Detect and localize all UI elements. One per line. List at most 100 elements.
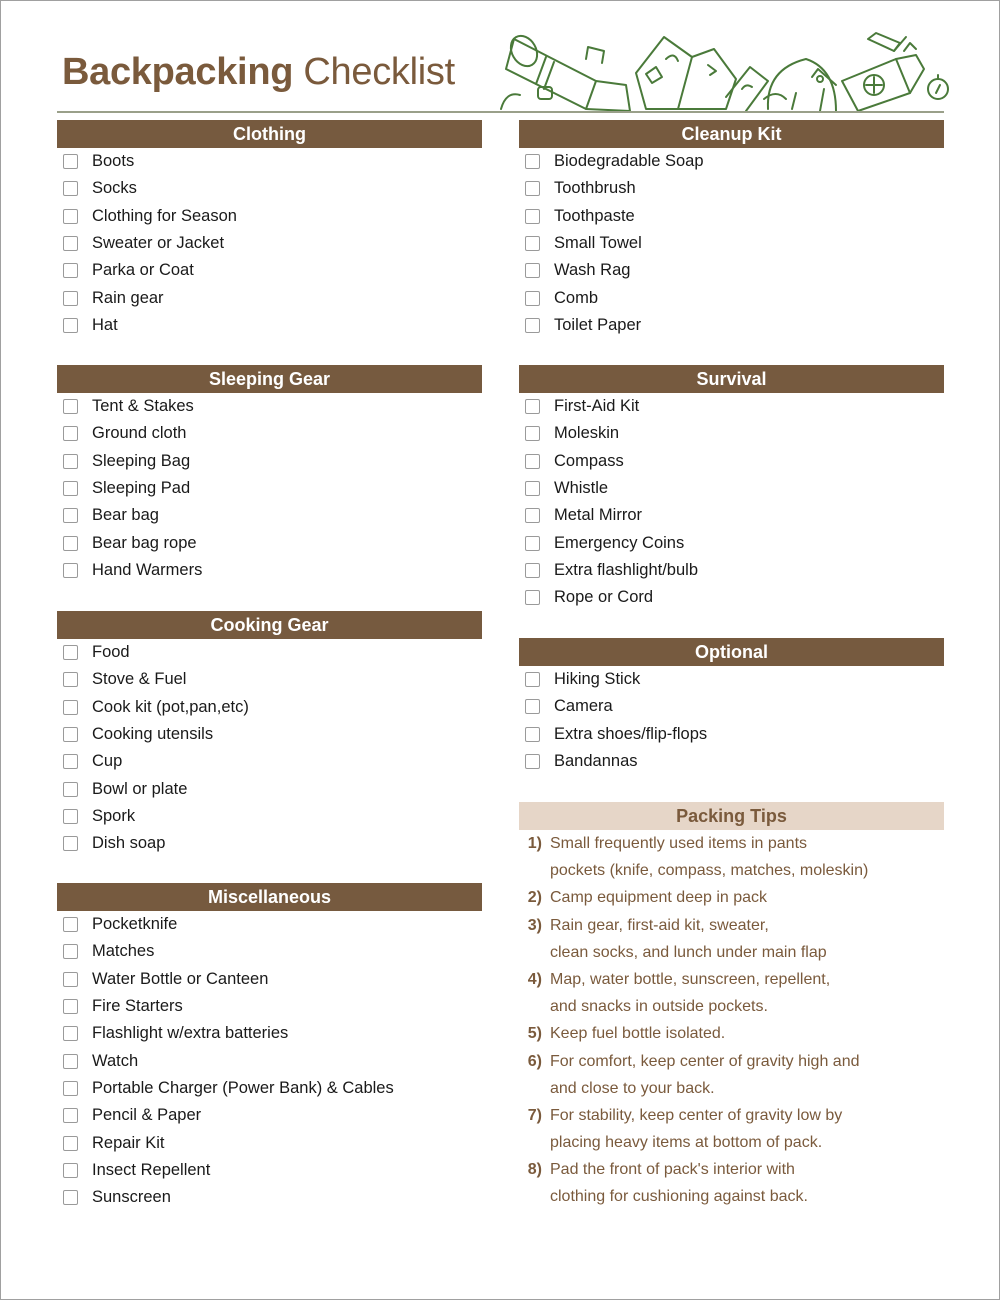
checkbox[interactable]: [63, 562, 78, 578]
checklist-item[interactable]: Dish soap: [57, 830, 482, 857]
checkbox[interactable]: [63, 1162, 78, 1178]
checkbox[interactable]: [525, 290, 540, 306]
checklist-item[interactable]: Rope or Cord: [519, 584, 944, 611]
checkbox[interactable]: [525, 672, 540, 688]
checklist-item[interactable]: Emergency Coins: [519, 529, 944, 556]
checklist-item[interactable]: Repair Kit: [57, 1129, 482, 1156]
checklist-item[interactable]: Fire Starters: [57, 993, 482, 1020]
checklist-item[interactable]: Bear bag: [57, 502, 482, 529]
checklist-item[interactable]: Hiking Stick: [519, 666, 944, 693]
checkbox[interactable]: [525, 263, 540, 279]
checklist-item[interactable]: Cooking utensils: [57, 721, 482, 748]
checkbox[interactable]: [63, 944, 78, 960]
checkbox[interactable]: [525, 426, 540, 442]
checkbox[interactable]: [525, 508, 540, 524]
checklist-item[interactable]: Stove & Fuel: [57, 666, 482, 693]
checkbox[interactable]: [63, 1080, 78, 1096]
checklist-item[interactable]: Whistle: [519, 475, 944, 502]
checkbox[interactable]: [525, 699, 540, 715]
checkbox[interactable]: [525, 399, 540, 415]
checklist-item[interactable]: Toilet Paper: [519, 312, 944, 339]
checkbox[interactable]: [63, 917, 78, 933]
checklist-item[interactable]: Wash Rag: [519, 257, 944, 284]
checklist-item[interactable]: Comb: [519, 284, 944, 311]
checklist-item[interactable]: Cup: [57, 748, 482, 775]
checkbox[interactable]: [63, 781, 78, 797]
checkbox[interactable]: [525, 154, 540, 170]
checklist-item[interactable]: Boots: [57, 148, 482, 175]
checkbox[interactable]: [525, 481, 540, 497]
checkbox[interactable]: [63, 645, 78, 661]
checklist-item[interactable]: Flashlight w/extra batteries: [57, 1020, 482, 1047]
checklist-item[interactable]: Sunscreen: [57, 1184, 482, 1211]
checklist-item[interactable]: Hat: [57, 312, 482, 339]
checkbox[interactable]: [525, 535, 540, 551]
checkbox[interactable]: [63, 1190, 78, 1206]
checklist-item[interactable]: Parka or Coat: [57, 257, 482, 284]
checklist-item[interactable]: Socks: [57, 175, 482, 202]
checkbox[interactable]: [525, 236, 540, 252]
checklist-item[interactable]: Clothing for Season: [57, 203, 482, 230]
checklist-item[interactable]: Spork: [57, 803, 482, 830]
checkbox[interactable]: [525, 317, 540, 333]
checklist-item[interactable]: Sleeping Pad: [57, 475, 482, 502]
checklist-item[interactable]: Camera: [519, 693, 944, 720]
checklist-item[interactable]: Moleskin: [519, 420, 944, 447]
checklist-item[interactable]: Extra shoes/flip-flops: [519, 721, 944, 748]
checkbox[interactable]: [63, 808, 78, 824]
checklist-item[interactable]: Sleeping Bag: [57, 448, 482, 475]
checkbox[interactable]: [63, 236, 78, 252]
checklist-item[interactable]: Insect Repellent: [57, 1157, 482, 1184]
checkbox[interactable]: [63, 1108, 78, 1124]
checkbox[interactable]: [63, 836, 78, 852]
checkbox[interactable]: [63, 181, 78, 197]
checklist-item[interactable]: Tent & Stakes: [57, 393, 482, 420]
checkbox[interactable]: [63, 535, 78, 551]
checklist-item[interactable]: First-Aid Kit: [519, 393, 944, 420]
checkbox[interactable]: [63, 154, 78, 170]
checkbox[interactable]: [525, 208, 540, 224]
checklist-item[interactable]: Water Bottle or Canteen: [57, 966, 482, 993]
checklist-item[interactable]: Metal Mirror: [519, 502, 944, 529]
checklist-item[interactable]: Extra flashlight/bulb: [519, 557, 944, 584]
checkbox[interactable]: [63, 481, 78, 497]
checklist-item[interactable]: Hand Warmers: [57, 557, 482, 584]
checklist-item[interactable]: Bear bag rope: [57, 529, 482, 556]
checkbox[interactable]: [63, 317, 78, 333]
checkbox[interactable]: [525, 754, 540, 770]
checklist-item[interactable]: Sweater or Jacket: [57, 230, 482, 257]
checklist-item[interactable]: Toothpaste: [519, 203, 944, 230]
checklist-item[interactable]: Rain gear: [57, 284, 482, 311]
checklist-item[interactable]: Matches: [57, 938, 482, 965]
checkbox[interactable]: [525, 181, 540, 197]
checkbox[interactable]: [63, 1026, 78, 1042]
checkbox[interactable]: [63, 263, 78, 279]
checkbox[interactable]: [525, 562, 540, 578]
checkbox[interactable]: [525, 590, 540, 606]
checklist-item[interactable]: Cook kit (pot,pan,etc): [57, 694, 482, 721]
checklist-item[interactable]: Watch: [57, 1047, 482, 1074]
checklist-item[interactable]: Food: [57, 639, 482, 666]
checkbox[interactable]: [525, 453, 540, 469]
checkbox[interactable]: [63, 1135, 78, 1151]
checkbox[interactable]: [63, 453, 78, 469]
checklist-item[interactable]: Bowl or plate: [57, 775, 482, 802]
checkbox[interactable]: [63, 699, 78, 715]
checkbox[interactable]: [63, 999, 78, 1015]
checkbox[interactable]: [63, 290, 78, 306]
checklist-item[interactable]: Pencil & Paper: [57, 1102, 482, 1129]
checklist-item[interactable]: Ground cloth: [57, 420, 482, 447]
checkbox[interactable]: [63, 754, 78, 770]
checkbox[interactable]: [63, 727, 78, 743]
checklist-item[interactable]: Biodegradable Soap: [519, 148, 944, 175]
checkbox[interactable]: [63, 208, 78, 224]
checklist-item[interactable]: Toothbrush: [519, 175, 944, 202]
checklist-item[interactable]: Small Towel: [519, 230, 944, 257]
checklist-item[interactable]: Compass: [519, 448, 944, 475]
checkbox[interactable]: [63, 426, 78, 442]
checklist-item[interactable]: Pocketknife: [57, 911, 482, 938]
checkbox[interactable]: [525, 726, 540, 742]
checkbox[interactable]: [63, 971, 78, 987]
checkbox[interactable]: [63, 672, 78, 688]
checkbox[interactable]: [63, 399, 78, 415]
